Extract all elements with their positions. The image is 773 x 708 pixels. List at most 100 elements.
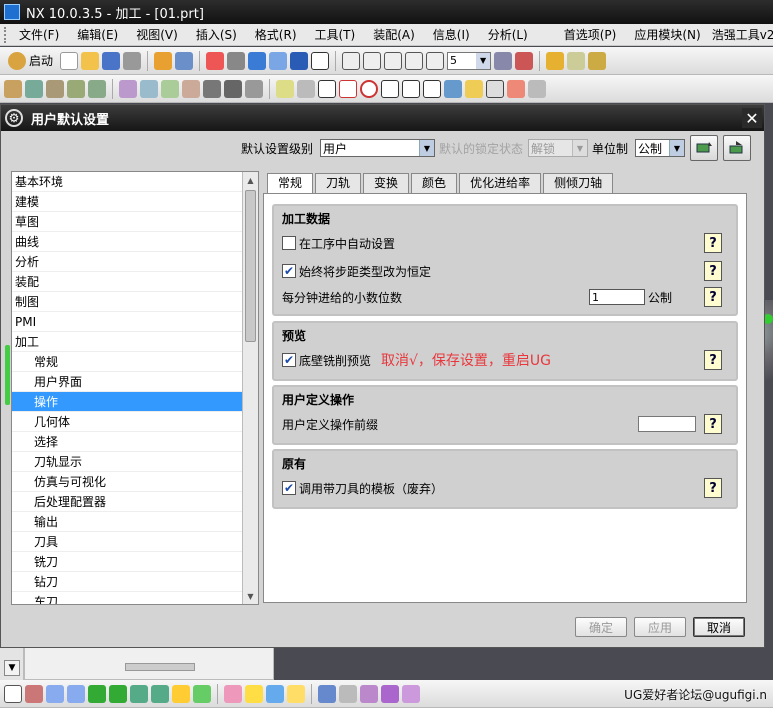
green-cube-icon[interactable] xyxy=(193,684,211,703)
tree-item[interactable]: 草图 xyxy=(12,212,242,232)
tree-item[interactable]: 制图 xyxy=(12,292,242,312)
tree-item[interactable]: 后处理配置器 xyxy=(12,492,242,512)
tree-item[interactable]: 刀轨显示 xyxy=(12,452,242,472)
menu-analysis[interactable]: 分析(L) xyxy=(479,26,537,43)
tree-item[interactable]: 仿真与可视化 xyxy=(12,472,242,492)
shaded-cube-icon[interactable] xyxy=(248,51,267,70)
menu-haoqiang-tools[interactable]: 浩强工具v2.60 xyxy=(710,26,773,43)
program-icon[interactable] xyxy=(4,79,22,98)
hatch-icon[interactable] xyxy=(318,79,336,98)
view-right-icon[interactable] xyxy=(405,51,424,70)
auto-set-checkbox[interactable] xyxy=(282,236,296,250)
paint-icon[interactable] xyxy=(224,684,242,703)
lock-state-select[interactable]: 解锁 ▼ xyxy=(528,139,588,157)
menu-edit[interactable]: 编辑(E) xyxy=(68,26,127,43)
measure-icon[interactable] xyxy=(318,684,336,703)
tree-item[interactable]: 几何体 xyxy=(12,412,242,432)
coordinate-icon[interactable] xyxy=(25,684,43,703)
spline-icon[interactable] xyxy=(381,79,399,98)
help-icon[interactable]: ? xyxy=(704,350,722,370)
rotate-icon[interactable] xyxy=(227,51,246,70)
menu-application[interactable]: 应用模块(N) xyxy=(625,26,709,43)
grid-icon[interactable] xyxy=(486,79,504,98)
decimal-input[interactable]: 1 xyxy=(588,289,645,305)
prefix-input[interactable] xyxy=(638,416,696,432)
tab-color[interactable]: 颜色 xyxy=(411,173,458,193)
new-file-icon[interactable] xyxy=(60,51,79,70)
solid-cube-icon[interactable] xyxy=(290,51,309,70)
scroll-thumb[interactable] xyxy=(245,190,256,342)
scroll-up-icon[interactable]: ▲ xyxy=(243,172,258,188)
close-icon[interactable]: ✕ xyxy=(742,108,762,128)
tab-optimize-feed[interactable]: 优化进给率 xyxy=(459,173,542,193)
square-icon[interactable] xyxy=(311,51,330,70)
create-method-icon[interactable] xyxy=(67,79,85,98)
green-right-icon[interactable] xyxy=(109,684,127,703)
view-top-icon[interactable] xyxy=(384,51,403,70)
move-icon[interactable] xyxy=(266,684,284,703)
help-icon[interactable]: ? xyxy=(704,478,722,498)
cursor-icon[interactable] xyxy=(245,684,263,703)
menu-view[interactable]: 视图(V) xyxy=(127,26,187,43)
template-checkbox[interactable]: ✔ xyxy=(282,481,296,495)
help-icon[interactable]: ? xyxy=(704,261,722,281)
method-view-icon[interactable] xyxy=(182,79,200,98)
color-cube-icon[interactable] xyxy=(172,684,190,703)
green-left-icon[interactable] xyxy=(88,684,106,703)
machine-view-icon[interactable] xyxy=(140,79,158,98)
collapse-triangle-icon[interactable]: ▼ xyxy=(4,660,20,676)
tree-item[interactable]: 基本环境 xyxy=(12,172,242,192)
tree-item[interactable]: 用户界面 xyxy=(12,372,242,392)
tree-scrollbar[interactable]: ▲ ▼ xyxy=(242,172,258,604)
calendar-icon[interactable] xyxy=(206,51,225,70)
start-button[interactable]: 启动 xyxy=(4,51,57,70)
tree-item[interactable]: 车刀 xyxy=(12,592,242,604)
unit-select[interactable]: 公制 ▼ xyxy=(635,139,685,157)
circle-point-icon[interactable] xyxy=(360,79,378,98)
arc-icon[interactable] xyxy=(402,79,420,98)
cylinder-icon[interactable] xyxy=(360,684,378,703)
save-icon[interactable] xyxy=(102,51,121,70)
arrow-right-icon[interactable] xyxy=(67,684,85,703)
tree-item[interactable]: 分析 xyxy=(12,252,242,272)
hexagon-icon[interactable] xyxy=(528,79,546,98)
open-folder-icon[interactable] xyxy=(81,51,100,70)
tree-item[interactable]: 建模 xyxy=(12,192,242,212)
tree-item[interactable]: 装配 xyxy=(12,272,242,292)
view-iso-icon[interactable] xyxy=(426,51,445,70)
snap-icon[interactable] xyxy=(287,684,305,703)
layer-settings-icon[interactable] xyxy=(494,51,513,70)
verify-icon[interactable] xyxy=(245,79,263,98)
frame-right-icon[interactable] xyxy=(151,684,169,703)
menu-format[interactable]: 格式(R) xyxy=(246,26,306,43)
sketch-icon[interactable] xyxy=(423,79,441,98)
ok-button[interactable]: 确定 xyxy=(575,617,627,637)
tree-item[interactable]: 铣刀 xyxy=(12,552,242,572)
orient-view-icon[interactable] xyxy=(154,51,173,70)
wrench-icon[interactable] xyxy=(567,51,586,70)
postprocess-icon[interactable] xyxy=(276,79,294,98)
layer-select[interactable]: 5 ▼ xyxy=(447,51,492,70)
level-select[interactable]: 用户 ▼ xyxy=(320,139,435,157)
menu-assembly[interactable]: 装配(A) xyxy=(364,26,424,43)
hatch-red-icon[interactable] xyxy=(339,79,357,98)
view-front-icon[interactable] xyxy=(342,51,361,70)
tree-item[interactable]: PMI xyxy=(12,312,242,332)
tree-item[interactable]: 操作 xyxy=(12,392,242,412)
create-tool-icon[interactable] xyxy=(25,79,43,98)
help-icon[interactable]: ? xyxy=(704,233,722,253)
program-order-icon[interactable] xyxy=(119,79,137,98)
block-icon[interactable] xyxy=(339,684,357,703)
print-icon[interactable] xyxy=(123,51,142,70)
view-left-icon[interactable] xyxy=(363,51,382,70)
shop-doc-icon[interactable] xyxy=(297,79,315,98)
frame-left-icon[interactable] xyxy=(130,684,148,703)
step-type-checkbox[interactable]: ✔ xyxy=(282,264,296,278)
menu-preferences[interactable]: 首选项(P) xyxy=(555,26,626,43)
tree-item[interactable]: 选择 xyxy=(12,432,242,452)
menu-file[interactable]: 文件(F) xyxy=(10,26,68,43)
page-icon[interactable] xyxy=(4,684,22,703)
wireframe-cube-icon[interactable] xyxy=(269,51,288,70)
package-icon[interactable] xyxy=(546,51,565,70)
tree-item[interactable]: 输出 xyxy=(12,512,242,532)
